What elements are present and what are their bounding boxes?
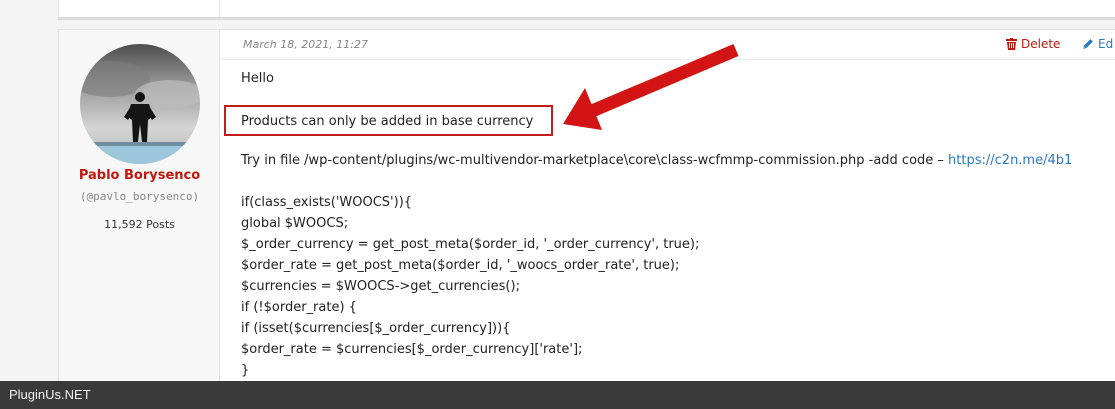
code-line: $order_rate = get_post_meta($order_id, '…	[241, 258, 680, 273]
previous-post-divider	[219, 0, 220, 17]
author-handle: (@pavlo_borysenco)	[79, 190, 200, 203]
forum-post: Pablo Borysenco (@pavlo_borysenco) 11,59…	[58, 29, 1115, 390]
author-post-count: 11,592 Posts	[104, 218, 175, 231]
trash-icon	[1006, 38, 1017, 50]
highlighted-text: Products can only be added in base curre…	[241, 114, 534, 129]
edit-button[interactable]: Ed	[1082, 37, 1113, 51]
avatar[interactable]	[80, 44, 200, 164]
footer-brand[interactable]: PluginUs.NET	[9, 387, 91, 402]
avatar-image	[80, 44, 200, 164]
instruction-line: Try in file /wp-content/plugins/wc-multi…	[241, 153, 1072, 168]
code-line: }	[241, 363, 250, 378]
pencil-icon	[1083, 39, 1093, 49]
code-line: if (!$order_rate) {	[241, 300, 357, 315]
code-line: global $WOOCS;	[241, 216, 349, 231]
previous-post	[58, 0, 1115, 18]
delete-button[interactable]: Delete	[1006, 37, 1060, 51]
code-line: if (isset($currencies[$_order_currency])…	[241, 321, 511, 336]
previous-post-bottom-border	[58, 17, 1115, 20]
edit-label: Ed	[1098, 37, 1114, 51]
delete-label: Delete	[1021, 37, 1061, 51]
instruction-link[interactable]: https://c2n.me/4b1	[948, 153, 1072, 168]
site-footer: PluginUs.NET	[0, 381, 1115, 409]
instruction-text: Try in file /wp-content/plugins/wc-multi…	[241, 153, 949, 168]
post-content: March 18, 2021, 11:27 Delete Ed Hello Pr…	[221, 30, 1115, 390]
author-panel: Pablo Borysenco (@pavlo_borysenco) 11,59…	[59, 30, 220, 390]
code-line: $_order_currency = get_post_meta($order_…	[241, 237, 700, 252]
post-header: March 18, 2021, 11:27 Delete Ed	[221, 30, 1115, 60]
code-line: $currencies = $WOOCS->get_currencies();	[241, 279, 520, 294]
code-line: $order_rate = $currencies[$_order_curren…	[241, 342, 583, 357]
greeting-text: Hello	[241, 71, 274, 86]
code-line: if(class_exists('WOOCS')){	[241, 195, 413, 210]
post-date: March 18, 2021, 11:27	[243, 38, 368, 51]
highlight-annotation-box: Products can only be added in base curre…	[224, 105, 553, 136]
author-name[interactable]: Pablo Borysenco	[59, 168, 220, 183]
